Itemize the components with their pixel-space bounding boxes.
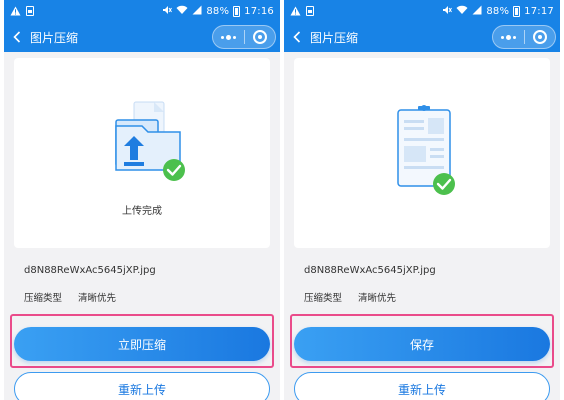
sim-icon: [306, 6, 314, 16]
back-icon[interactable]: [10, 29, 24, 45]
more-dots-icon: [500, 34, 516, 40]
warning-icon: [10, 6, 21, 16]
close-target-icon: [252, 30, 267, 44]
status-bar: 88% 17:17: [284, 0, 560, 22]
page-title: 图片压缩: [30, 30, 79, 45]
wifi-icon: [176, 5, 188, 18]
battery-icon: [233, 5, 241, 17]
check-circle-icon: [433, 173, 455, 195]
close-button[interactable]: [525, 26, 556, 48]
mute-icon: [442, 5, 453, 18]
more-button[interactable]: [493, 26, 524, 48]
mute-icon: [162, 5, 173, 18]
battery-percent: 88%: [486, 5, 510, 17]
compress-type-label: 压缩类型: [304, 293, 343, 304]
close-target-icon: [532, 30, 547, 44]
page-title: 图片压缩: [310, 30, 359, 45]
reupload-button[interactable]: 重新上传: [294, 372, 550, 400]
stage: 88% 17:16 图片压缩 上传完成 d8N88ReWxAc5645jXP.j…: [0, 0, 564, 400]
signal-icon: [472, 5, 482, 18]
warning-icon: [290, 6, 301, 16]
back-icon[interactable]: [290, 29, 304, 45]
compress-type-value[interactable]: 清晰优先: [78, 290, 116, 304]
wifi-icon: [456, 5, 468, 18]
signal-icon: [192, 5, 202, 18]
upload-status-text: 上传完成: [122, 206, 162, 217]
reupload-button[interactable]: 重新上传: [14, 372, 270, 400]
compress-type-row: 压缩类型 清晰优先: [24, 290, 116, 304]
close-button[interactable]: [245, 26, 276, 48]
file-name: d8N88ReWxAc5645jXP.jpg: [24, 265, 156, 276]
more-dots-icon: [220, 34, 236, 40]
compress-type-value[interactable]: 清晰优先: [358, 290, 396, 304]
clock: 17:16: [244, 5, 274, 17]
battery-icon: [513, 5, 521, 17]
clock: 17:17: [524, 5, 554, 17]
compress-type-row: 压缩类型 清晰优先: [304, 290, 396, 304]
save-button[interactable]: 保存: [294, 327, 550, 361]
file-name: d8N88ReWxAc5645jXP.jpg: [304, 265, 436, 276]
compress-type-label: 压缩类型: [24, 293, 63, 304]
upload-card: 上传完成: [14, 58, 270, 248]
sim-icon: [26, 6, 34, 16]
nav-bar: 图片压缩: [4, 22, 280, 52]
mini-program-capsule: [212, 25, 276, 49]
mini-program-capsule: [492, 25, 556, 49]
upload-folder-icon: [102, 98, 198, 198]
more-button[interactable]: [213, 26, 244, 48]
phone-screen-result: 88% 17:17 图片压缩 d8N88ReWxAc5645jXP.jpg 压缩…: [284, 0, 560, 400]
phone-screen-upload: 88% 17:16 图片压缩 上传完成 d8N88ReWxAc5645jXP.j…: [4, 0, 280, 400]
document-icon: [382, 98, 478, 202]
nav-bar: 图片压缩: [284, 22, 560, 52]
result-card: [294, 58, 550, 248]
status-bar: 88% 17:16: [4, 0, 280, 22]
compress-now-button[interactable]: 立即压缩: [14, 327, 270, 361]
battery-percent: 88%: [206, 5, 230, 17]
